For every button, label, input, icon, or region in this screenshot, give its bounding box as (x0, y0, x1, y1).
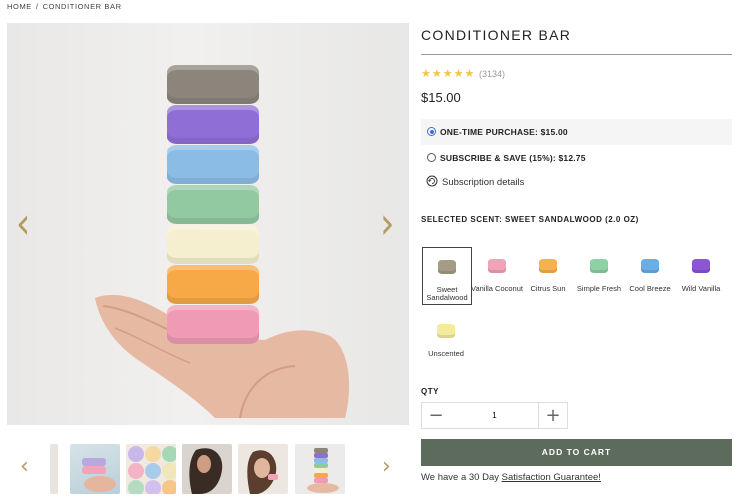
quantity-input[interactable] (450, 403, 539, 428)
scent-swatch-citrus-sun[interactable]: Citrus Sun (524, 247, 572, 303)
rating-stars-icon[interactable]: ★★★★★ (421, 67, 475, 80)
conditioner-bar (167, 265, 259, 304)
product-title: CONDITIONER BAR (421, 27, 572, 43)
scent-name: Unscented (428, 349, 464, 358)
gallery-prev-arrow[interactable]: ‹ (16, 203, 30, 246)
breadcrumb-separator: / (35, 2, 39, 11)
scent-swatch-unscented[interactable]: Unscented (422, 312, 470, 368)
product-main-image: ‹ › (7, 23, 409, 425)
breadcrumb: HOME / CONDITIONER BAR (7, 2, 122, 11)
scent-swatch-sweet-sandalwood[interactable]: Sweet Sandalwood (422, 247, 472, 305)
quantity-stepper: − + (421, 402, 568, 429)
scent-swatch-vanilla-coconut[interactable]: Vanilla Coconut (471, 247, 523, 303)
wild-vanilla-bar-icon (692, 259, 710, 273)
subscribe-save-option[interactable]: SUBSCRIBE & SAVE (15%): $12.75 (421, 145, 732, 171)
thumbnail-3[interactable] (182, 444, 232, 494)
guarantee-prefix: We have a 30 Day (421, 472, 502, 483)
thumbnail-prev-arrow[interactable]: ‹ (20, 454, 29, 479)
subscription-details-text: Subscription details (442, 177, 525, 188)
gallery-next-arrow[interactable]: › (380, 203, 394, 246)
cool-breeze-bar-icon (641, 259, 659, 273)
thumbnail-partial[interactable] (50, 444, 58, 494)
scent-swatch-simple-fresh[interactable]: Simple Fresh (575, 247, 623, 303)
vanilla-coconut-bar-icon (488, 259, 506, 273)
one-time-purchase-label: ONE-TIME PURCHASE: $15.00 (440, 127, 568, 137)
satisfaction-guarantee-link[interactable]: Satisfaction Guarantee! (502, 472, 601, 483)
conditioner-bar (167, 65, 259, 104)
scent-swatch-cool-breeze[interactable]: Cool Breeze (626, 247, 674, 303)
conditioner-bar (167, 145, 259, 184)
quantity-label: QTY (421, 387, 439, 396)
thumbnail-4[interactable] (238, 444, 288, 494)
simple-fresh-bar-icon (590, 259, 608, 273)
radio-unselected-icon[interactable] (427, 153, 436, 162)
quantity-increase-button[interactable]: + (538, 403, 567, 428)
add-to-cart-button[interactable]: ADD TO CART (421, 439, 732, 466)
selected-scent-label: SELECTED SCENT: SWEET SANDALWOOD (2.0 OZ… (421, 215, 639, 224)
scent-name: Wild Vanilla (681, 284, 721, 293)
guarantee-text: We have a 30 Day Satisfaction Guarantee! (421, 472, 601, 483)
conditioner-bar (167, 305, 259, 344)
breadcrumb-home-link[interactable]: HOME (7, 2, 32, 11)
sandalwood-bar-icon (438, 260, 456, 274)
breadcrumb-current: CONDITIONER BAR (42, 2, 122, 11)
thumbnail-5-active[interactable] (295, 444, 345, 494)
conditioner-bar (167, 225, 259, 264)
product-price: $15.00 (421, 90, 461, 105)
title-divider (421, 54, 732, 55)
subscribe-save-label: SUBSCRIBE & SAVE (15%): $12.75 (440, 153, 586, 163)
citrus-sun-bar-icon (539, 259, 557, 273)
conditioner-bar (167, 185, 259, 224)
scent-swatch-wild-vanilla[interactable]: Wild Vanilla (677, 247, 725, 303)
subscription-refresh-icon (426, 175, 438, 187)
review-count-link[interactable]: (3134) (479, 69, 505, 79)
unscented-bar-icon (437, 324, 455, 338)
conditioner-bar (167, 105, 259, 144)
quantity-decrease-button[interactable]: − (422, 403, 451, 428)
thumbnail-next-arrow[interactable]: › (382, 454, 391, 479)
one-time-purchase-option[interactable]: ONE-TIME PURCHASE: $15.00 (421, 119, 732, 145)
thumbnail-2[interactable] (126, 444, 176, 494)
radio-selected-icon[interactable] (427, 127, 436, 136)
thumbnail-strip: ‹ › (7, 440, 409, 496)
thumbnail-1[interactable] (70, 444, 120, 494)
